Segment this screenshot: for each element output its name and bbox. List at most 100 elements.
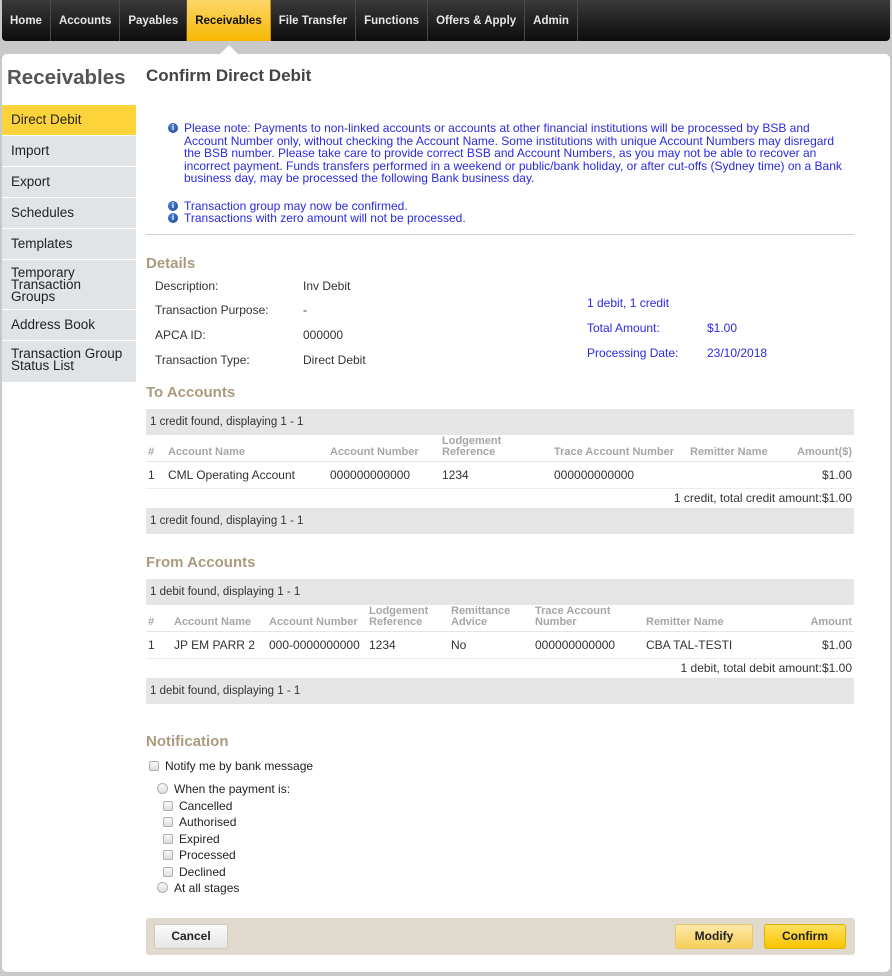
sidebar-item-import[interactable]: Import bbox=[2, 136, 136, 167]
from-accounts-total: 1 debit, total debit amount:$1.00 bbox=[680, 660, 852, 675]
detail-transaction-type: Transaction Type: Direct Debit bbox=[155, 353, 366, 367]
detail-value: 000000 bbox=[303, 327, 344, 342]
col-header: Remitter Name bbox=[688, 434, 778, 462]
cancel-button[interactable]: Cancel bbox=[154, 924, 228, 949]
cell: CML Operating Account bbox=[166, 461, 328, 489]
transaction-count-summary: 1 debit, 1 credit bbox=[587, 295, 670, 310]
cell: 1234 bbox=[367, 631, 449, 659]
stage-processed-option[interactable]: Processed bbox=[146, 847, 854, 864]
note-bsb-warning: i Please note: Payments to non-linked ac… bbox=[168, 122, 854, 185]
cell: 000000000000 bbox=[552, 461, 688, 489]
sidebar-item-export[interactable]: Export bbox=[2, 167, 136, 198]
cell: $1.00 bbox=[754, 631, 854, 659]
cell: CBA TAL-TESTI bbox=[644, 631, 754, 659]
details-title: Details bbox=[146, 254, 196, 272]
active-tab-pointer bbox=[220, 45, 238, 54]
sidebar-item-direct-debit[interactable]: Direct Debit bbox=[2, 105, 136, 136]
processing-date-label: Processing Date: bbox=[587, 345, 679, 360]
page-title: Confirm Direct Debit bbox=[146, 66, 312, 85]
processing-date-row: Processing Date: 23/10/2018 bbox=[587, 346, 767, 360]
col-header: Amount bbox=[754, 604, 854, 632]
total-amount-label: Total Amount: bbox=[587, 320, 660, 335]
notify-bank-message-checkbox[interactable] bbox=[149, 760, 159, 771]
stage-authorised-option[interactable]: Authorised bbox=[146, 814, 854, 831]
nav-tab-accounts[interactable]: Accounts bbox=[51, 0, 121, 41]
info-icon: i bbox=[168, 200, 178, 211]
note-text: Please note: Payments to non-linked acco… bbox=[184, 121, 842, 185]
detail-label: Transaction Purpose: bbox=[155, 302, 269, 317]
from-accounts-found-bottom: 1 debit found, displaying 1 - 1 bbox=[146, 677, 854, 704]
stage-declined-checkbox[interactable] bbox=[163, 866, 173, 877]
sidebar-item-temporary-transaction-groups[interactable]: Temporary Transaction Groups bbox=[2, 260, 136, 310]
nav-tab-receivables[interactable]: Receivables bbox=[187, 0, 271, 41]
stage-authorised-checkbox[interactable] bbox=[163, 817, 173, 827]
stage-label: Expired bbox=[179, 831, 220, 846]
details-section: Description: Inv Debit Transaction Purpos… bbox=[146, 279, 854, 409]
notification-section: Notify me by bank message When the payme… bbox=[146, 758, 854, 897]
when-payment-radio[interactable] bbox=[157, 783, 168, 794]
cell: 1234 bbox=[440, 461, 552, 489]
info-icon: i bbox=[168, 213, 178, 223]
notify-bank-message-label: Notify me by bank message bbox=[165, 758, 314, 773]
cell: 000000000000 bbox=[328, 461, 440, 489]
table-row: 1 CML Operating Account 000000000000 123… bbox=[146, 461, 854, 489]
nav-tab-payables[interactable]: Payables bbox=[120, 0, 188, 41]
col-header: # bbox=[146, 604, 172, 632]
all-stages-option[interactable]: At all stages bbox=[146, 880, 854, 897]
from-accounts-table: # Account Name Account Number Lodgement … bbox=[146, 604, 854, 659]
stage-cancelled-checkbox[interactable] bbox=[163, 800, 173, 811]
confirm-button[interactable]: Confirm bbox=[764, 924, 846, 949]
detail-value: - bbox=[303, 302, 307, 317]
col-header: Account Number bbox=[328, 434, 440, 462]
col-header: Lodgement Reference bbox=[440, 434, 552, 462]
stage-cancelled-option[interactable]: Cancelled bbox=[146, 798, 854, 815]
modify-button[interactable]: Modify bbox=[675, 924, 753, 949]
sidebar-item-schedules[interactable]: Schedules bbox=[2, 198, 136, 229]
cell bbox=[688, 461, 778, 489]
total-amount-row: Total Amount: $1.00 bbox=[587, 321, 737, 335]
info-icon: i bbox=[168, 123, 178, 133]
col-header: Account Name bbox=[166, 434, 328, 462]
from-accounts-found-top: 1 debit found, displaying 1 - 1 bbox=[146, 578, 854, 605]
stage-label: Declined bbox=[179, 864, 226, 879]
stage-expired-option[interactable]: Expired bbox=[146, 831, 854, 848]
cell: 1 bbox=[146, 631, 172, 659]
nav-tab-functions[interactable]: Functions bbox=[356, 0, 429, 41]
cell: 1 bbox=[146, 461, 166, 489]
sidebar-item-transaction-group-status-list[interactable]: Transaction Group Status List bbox=[2, 341, 136, 383]
detail-description: Description: Inv Debit bbox=[155, 279, 350, 293]
notification-title: Notification bbox=[146, 732, 229, 750]
detail-apca-id: APCA ID: 000000 bbox=[155, 328, 343, 342]
when-payment-option[interactable]: When the payment is: bbox=[146, 781, 854, 798]
cell: $1.00 bbox=[778, 461, 854, 489]
sidebar-item-templates[interactable]: Templates bbox=[2, 229, 136, 260]
nav-tab-admin[interactable]: Admin bbox=[525, 0, 578, 41]
note-zero-amount: i Transactions with zero amount will not… bbox=[168, 212, 854, 225]
stage-declined-option[interactable]: Declined bbox=[146, 864, 854, 881]
notify-bank-message-option[interactable]: Notify me by bank message bbox=[146, 758, 854, 775]
col-header: Remittance Advice bbox=[449, 604, 533, 632]
stage-processed-checkbox[interactable] bbox=[163, 850, 173, 860]
detail-transaction-purpose: Transaction Purpose: - bbox=[155, 303, 307, 317]
note-text: Transactions with zero amount will not b… bbox=[184, 211, 466, 225]
all-stages-radio[interactable] bbox=[157, 882, 168, 893]
from-accounts-title: From Accounts bbox=[146, 553, 256, 571]
action-bar: Cancel Modify Confirm bbox=[146, 918, 855, 955]
sidebar-title: Receivables bbox=[7, 66, 126, 89]
col-header: Amount($) bbox=[778, 434, 854, 462]
nav-tab-offers-apply[interactable]: Offers & Apply bbox=[428, 0, 526, 41]
col-header: Account Name bbox=[172, 604, 267, 632]
col-header: Remitter Name bbox=[644, 604, 754, 632]
col-header: Trace Account Number bbox=[533, 604, 644, 632]
content: Confirm Direct Debit i Please note: Paym… bbox=[146, 54, 854, 897]
sidebar-item-address-book[interactable]: Address Book bbox=[2, 310, 136, 341]
nav-tab-file-transfer[interactable]: File Transfer bbox=[271, 0, 357, 41]
nav-tab-home[interactable]: Home bbox=[2, 0, 51, 41]
to-accounts-table: # Account Name Account Number Lodgement … bbox=[146, 434, 854, 489]
to-accounts-found-top: 1 credit found, displaying 1 - 1 bbox=[146, 408, 854, 435]
when-payment-label: When the payment is: bbox=[174, 782, 291, 796]
detail-value: Direct Debit bbox=[303, 352, 366, 367]
all-stages-label: At all stages bbox=[174, 881, 240, 895]
detail-label: Transaction Type: bbox=[155, 352, 250, 367]
stage-expired-checkbox[interactable] bbox=[163, 833, 173, 844]
